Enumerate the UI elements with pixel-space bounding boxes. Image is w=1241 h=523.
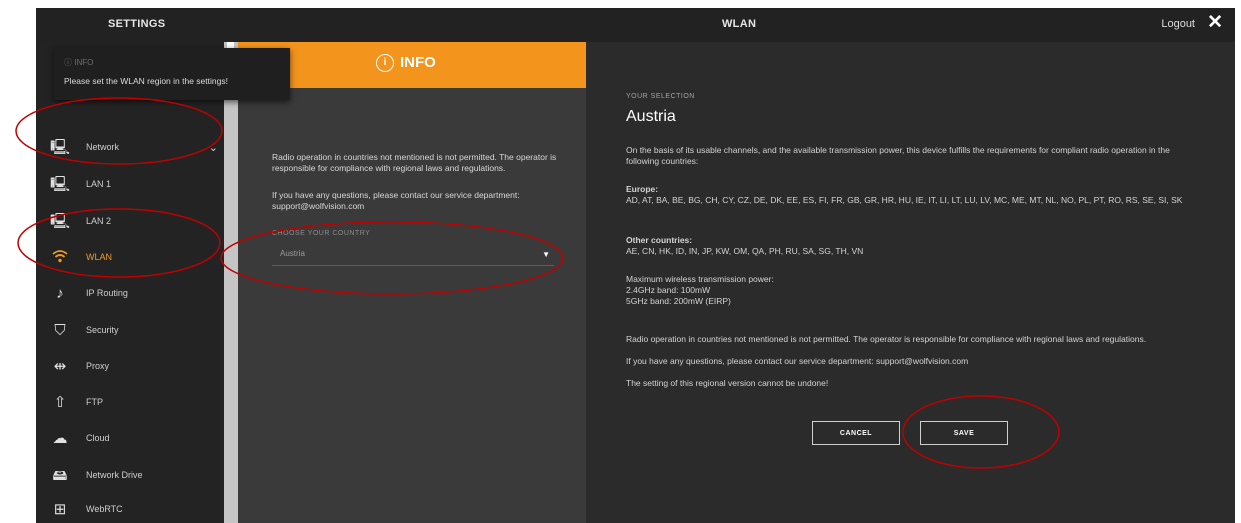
proxy-icon: ⇹ bbox=[53, 358, 67, 375]
cancel-button[interactable]: CANCEL bbox=[812, 421, 900, 445]
intro-text: On the basis of its usable channels, and… bbox=[626, 145, 1170, 166]
main-content: YOUR SELECTION Austria On the basis of i… bbox=[586, 42, 1235, 523]
info-panel: i INFO Radio operation in countries not … bbox=[238, 42, 586, 523]
chevron-down-icon[interactable]: ⌄ bbox=[209, 141, 218, 154]
power-24ghz: 2.4GHz band: 100mW bbox=[626, 285, 711, 295]
sidebar-item-label: WLAN bbox=[86, 252, 113, 262]
other-countries-heading: Other countries: bbox=[626, 235, 693, 245]
page-title: WLAN bbox=[722, 18, 757, 30]
sidebar-item-label: Security bbox=[86, 325, 119, 335]
sidebar-scrollbar[interactable] bbox=[224, 42, 238, 523]
lan-icon: 🖳 bbox=[50, 176, 71, 193]
europe-heading: Europe: bbox=[626, 184, 659, 194]
info-icon: i bbox=[376, 54, 394, 72]
sidebar-item-label: IP Routing bbox=[86, 288, 128, 298]
settings-title: SETTINGS bbox=[108, 18, 166, 30]
sidebar-item-label: Cloud bbox=[86, 433, 110, 443]
cloud-icon: ☁ bbox=[52, 430, 68, 447]
sidebar-item-label: FTP bbox=[86, 397, 103, 407]
warning-text: The setting of this regional version can… bbox=[626, 378, 829, 388]
info-header: i INFO bbox=[238, 42, 586, 88]
sidebar-item-network-drive[interactable]: 🖴 Network Drive bbox=[36, 460, 224, 494]
sidebar-item-lan1[interactable]: 🖳 LAN 1 bbox=[36, 169, 224, 203]
europe-list: AD, AT, BA, BE, BG, CH, CY, CZ, DE, DK, … bbox=[626, 195, 1183, 205]
disclaimer-text: Radio operation in countries not mention… bbox=[626, 334, 1147, 344]
network-icon: 🖳 bbox=[50, 139, 71, 156]
caret-down-icon: ▼ bbox=[542, 250, 550, 259]
sidebar: 🖳 Network ⌄ 🖳 LAN 1 🖳 LAN 2 WLAN ♪ IP Ro… bbox=[36, 42, 224, 523]
toast-message: Please set the WLAN region in the settin… bbox=[64, 76, 228, 86]
toast-title: ⓘ INFO bbox=[64, 58, 94, 67]
close-icon[interactable]: ✕ bbox=[1207, 13, 1223, 33]
power-heading: Maximum wireless transmission power: bbox=[626, 274, 774, 284]
sidebar-item-label: Network Drive bbox=[86, 470, 143, 480]
drive-icon: 🖴 bbox=[52, 467, 68, 484]
info-title: INFO bbox=[400, 54, 436, 71]
sidebar-item-ip-routing[interactable]: ♪ IP Routing bbox=[36, 278, 224, 312]
sidebar-item-label: WebRTC bbox=[86, 504, 123, 514]
wifi-icon bbox=[50, 248, 70, 268]
sidebar-item-label: Network bbox=[86, 142, 120, 152]
sidebar-item-webrtc[interactable]: ⊞ WebRTC bbox=[36, 494, 224, 523]
logout-link[interactable]: Logout bbox=[1161, 18, 1195, 30]
sidebar-item-lan2[interactable]: 🖳 LAN 2 bbox=[36, 206, 224, 240]
sidebar-item-wlan[interactable]: WLAN bbox=[36, 242, 224, 276]
lan-icon: 🖳 bbox=[50, 213, 71, 230]
upload-icon: ⇧ bbox=[53, 394, 67, 411]
country-select-label: CHOOSE YOUR COUNTRY bbox=[272, 230, 371, 237]
shield-icon: ⛉ bbox=[54, 322, 66, 339]
app-window: SETTINGS WLAN Logout ✕ 🖳 Network ⌄ 🖳 LAN… bbox=[36, 8, 1235, 523]
info-text-compliance: Radio operation in countries not mention… bbox=[272, 152, 557, 173]
sidebar-item-ftp[interactable]: ⇧ FTP bbox=[36, 387, 224, 421]
sidebar-item-cloud[interactable]: ☁ Cloud bbox=[36, 423, 224, 457]
your-selection-label: YOUR SELECTION bbox=[626, 93, 695, 100]
sidebar-item-proxy[interactable]: ⇹ Proxy bbox=[36, 351, 224, 385]
info-toast: ⓘ INFO Please set the WLAN region in the… bbox=[54, 48, 290, 100]
sidebar-item-security[interactable]: ⛉ Security bbox=[36, 315, 224, 349]
save-button[interactable]: SAVE bbox=[920, 421, 1008, 445]
routing-icon: ♪ bbox=[56, 285, 64, 302]
sidebar-item-label: LAN 2 bbox=[86, 216, 112, 226]
country-select-value: Austria bbox=[280, 249, 305, 258]
contact-text: If you have any questions, please contac… bbox=[626, 356, 969, 366]
webrtc-icon: ⊞ bbox=[53, 501, 67, 518]
other-countries-list: AE, CN, HK, ID, IN, JP, KW, OM, QA, PH, … bbox=[626, 246, 864, 256]
sidebar-item-network[interactable]: 🖳 Network ⌄ bbox=[36, 132, 224, 166]
country-select[interactable]: Austria ▼ bbox=[272, 245, 554, 266]
power-5ghz: 5GHz band: 200mW (EIRP) bbox=[626, 296, 731, 306]
info-text-contact: If you have any questions, please contac… bbox=[272, 190, 520, 211]
selected-country: Austria bbox=[626, 108, 676, 125]
sidebar-item-label: LAN 1 bbox=[86, 179, 112, 189]
top-bar: SETTINGS WLAN Logout ✕ bbox=[36, 8, 1235, 42]
sidebar-item-label: Proxy bbox=[86, 361, 110, 371]
